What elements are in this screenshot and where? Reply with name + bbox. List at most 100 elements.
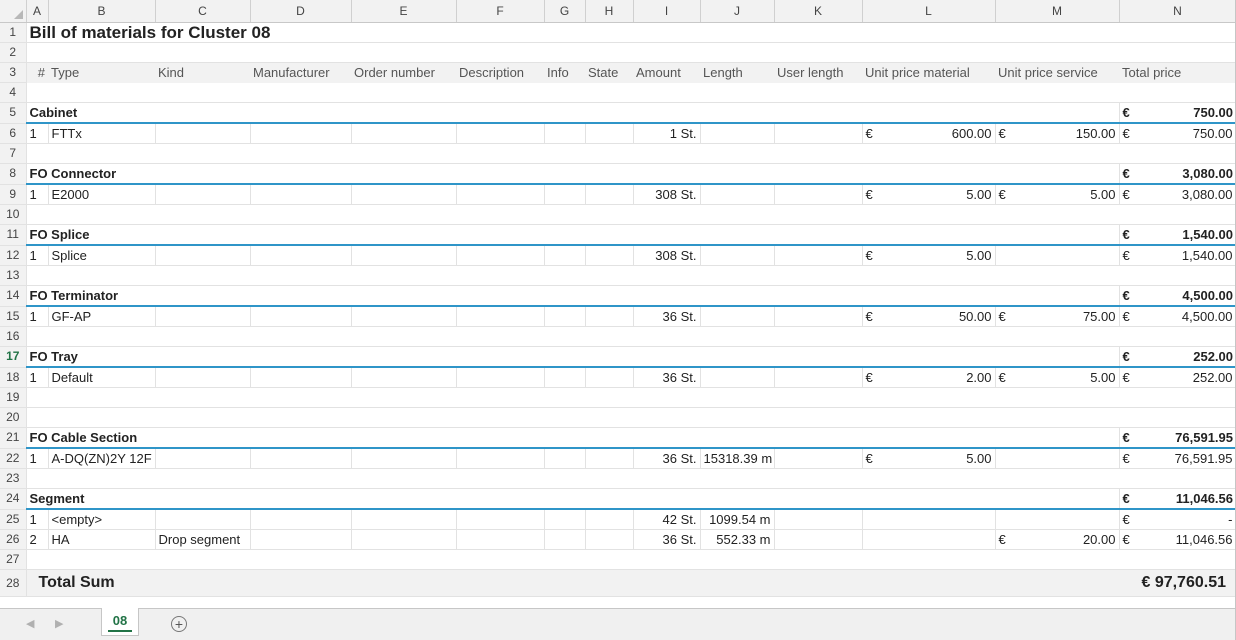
empty-cell[interactable]: [26, 42, 1236, 63]
empty-cell[interactable]: [250, 306, 352, 327]
row-header[interactable]: 28: [0, 569, 27, 597]
row-header[interactable]: 8: [0, 163, 27, 185]
empty-cell[interactable]: [26, 549, 1236, 570]
unit-price-service[interactable]: €75.00: [995, 306, 1120, 327]
empty-cell[interactable]: [585, 184, 634, 205]
item-amount[interactable]: 308 St.: [633, 184, 701, 205]
column-header-e[interactable]: E: [351, 0, 457, 23]
column-header-b[interactable]: B: [48, 0, 156, 23]
column-header-l[interactable]: L: [862, 0, 996, 23]
column-header-k[interactable]: K: [774, 0, 863, 23]
item-kind[interactable]: Drop segment: [155, 529, 251, 550]
row-header[interactable]: 16: [0, 326, 27, 347]
empty-cell[interactable]: [585, 529, 634, 550]
unit-price-service[interactable]: €5.00: [995, 367, 1120, 388]
item-kind[interactable]: [155, 448, 251, 469]
empty-cell[interactable]: [250, 448, 352, 469]
item-length[interactable]: 552.33 m: [700, 529, 775, 550]
item-type[interactable]: HA: [48, 529, 156, 550]
empty-cell[interactable]: [26, 468, 1236, 489]
item-type[interactable]: Splice: [48, 245, 156, 266]
unit-price-service[interactable]: [995, 509, 1120, 530]
empty-cell[interactable]: [250, 509, 352, 530]
empty-cell[interactable]: [544, 123, 586, 144]
empty-cell[interactable]: [544, 529, 586, 550]
empty-cell[interactable]: [26, 143, 1236, 164]
row-header[interactable]: 14: [0, 285, 27, 307]
column-header-m[interactable]: M: [995, 0, 1120, 23]
column-header-a[interactable]: A: [26, 0, 49, 23]
item-user-length[interactable]: [774, 245, 863, 266]
row-header[interactable]: 2: [0, 42, 27, 63]
unit-price-material[interactable]: €50.00: [862, 306, 996, 327]
unit-price-service[interactable]: €5.00: [995, 184, 1120, 205]
item-user-length[interactable]: [774, 123, 863, 144]
empty-cell[interactable]: [544, 306, 586, 327]
item-length[interactable]: [700, 367, 775, 388]
empty-cell[interactable]: [351, 123, 457, 144]
column-header-n[interactable]: N: [1119, 0, 1236, 23]
empty-cell[interactable]: [456, 123, 545, 144]
empty-cell[interactable]: [544, 509, 586, 530]
total-price[interactable]: € -: [1119, 509, 1236, 530]
item-number[interactable]: 2: [26, 529, 49, 550]
empty-cell[interactable]: [544, 448, 586, 469]
total-price[interactable]: €4,500.00: [1119, 306, 1236, 327]
total-price[interactable]: €76,591.95: [1119, 448, 1236, 469]
unit-price-service[interactable]: €20.00: [995, 529, 1120, 550]
empty-cell[interactable]: [351, 245, 457, 266]
item-type[interactable]: E2000: [48, 184, 156, 205]
empty-cell[interactable]: [585, 123, 634, 144]
unit-price-service[interactable]: [995, 448, 1120, 469]
column-header-i[interactable]: I: [633, 0, 701, 23]
spreadsheet-grid[interactable]: A B C D E F G H I J K L M N 1 Bill of materials for Clu…: [0, 0, 1236, 608]
unit-price-material[interactable]: €5.00: [862, 448, 996, 469]
item-amount[interactable]: 1 St.: [633, 123, 701, 144]
column-header-g[interactable]: G: [544, 0, 586, 23]
item-type[interactable]: FTTx: [48, 123, 156, 144]
item-length[interactable]: 15318.39 m: [700, 448, 775, 469]
unit-price-material[interactable]: [862, 509, 996, 530]
row-header[interactable]: 4: [0, 82, 27, 103]
empty-cell[interactable]: [456, 245, 545, 266]
empty-cell[interactable]: [351, 306, 457, 327]
empty-cell[interactable]: [585, 448, 634, 469]
item-user-length[interactable]: [774, 509, 863, 530]
empty-cell[interactable]: [351, 529, 457, 550]
item-type[interactable]: GF-AP: [48, 306, 156, 327]
item-number[interactable]: 1: [26, 509, 49, 530]
total-price[interactable]: €750.00: [1119, 123, 1236, 144]
row-header[interactable]: 12: [0, 245, 27, 266]
row-header[interactable]: 10: [0, 204, 27, 225]
column-header-d[interactable]: D: [250, 0, 352, 23]
item-length[interactable]: 1099.54 m: [700, 509, 775, 530]
item-kind[interactable]: [155, 245, 251, 266]
empty-cell[interactable]: [26, 407, 1236, 428]
total-price[interactable]: €3,080.00: [1119, 184, 1236, 205]
item-user-length[interactable]: [774, 306, 863, 327]
row-header[interactable]: 6: [0, 123, 27, 144]
empty-cell[interactable]: [456, 509, 545, 530]
item-amount[interactable]: 36 St.: [633, 306, 701, 327]
empty-cell[interactable]: [351, 367, 457, 388]
total-price[interactable]: €252.00: [1119, 367, 1236, 388]
row-header[interactable]: 27: [0, 549, 27, 570]
item-type[interactable]: Default: [48, 367, 156, 388]
item-amount[interactable]: 308 St.: [633, 245, 701, 266]
item-user-length[interactable]: [774, 184, 863, 205]
column-header-c[interactable]: C: [155, 0, 251, 23]
item-kind[interactable]: [155, 184, 251, 205]
select-all-corner[interactable]: [0, 0, 27, 23]
row-header[interactable]: 3: [0, 62, 27, 83]
item-length[interactable]: [700, 245, 775, 266]
item-user-length[interactable]: [774, 448, 863, 469]
empty-cell[interactable]: [585, 367, 634, 388]
item-kind[interactable]: [155, 306, 251, 327]
empty-cell[interactable]: [250, 184, 352, 205]
empty-cell[interactable]: [351, 509, 457, 530]
item-length[interactable]: [700, 123, 775, 144]
item-amount[interactable]: 36 St.: [633, 448, 701, 469]
item-user-length[interactable]: [774, 367, 863, 388]
unit-price-material[interactable]: €5.00: [862, 184, 996, 205]
empty-cell[interactable]: [456, 529, 545, 550]
